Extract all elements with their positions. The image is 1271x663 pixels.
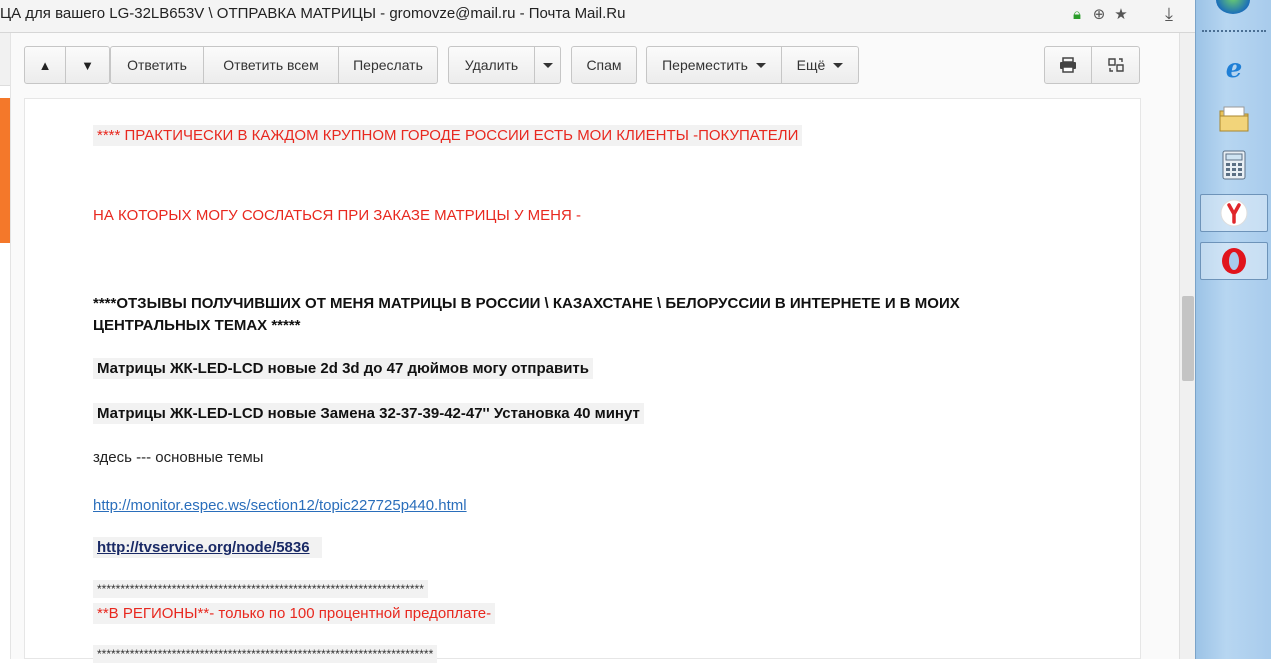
message-line: ****************************************… bbox=[93, 580, 428, 598]
message-link-line: http://tvservice.org/node/5836 bbox=[93, 537, 322, 558]
browser-titlebar: ЦА для вашего LG-32LB653V \ ОТПРАВКА МАТ… bbox=[0, 0, 1195, 33]
spam-button[interactable]: Спам bbox=[571, 46, 637, 84]
window-title: ЦА для вашего LG-32LB653V \ ОТПРАВКА МАТ… bbox=[0, 5, 626, 22]
down-arrow-icon: ▼ bbox=[81, 57, 94, 73]
calculator-icon[interactable] bbox=[1200, 146, 1268, 184]
start-orb-icon[interactable] bbox=[1216, 0, 1250, 14]
scrollbar-thumb[interactable] bbox=[1182, 296, 1194, 381]
message-line: **** ПРАКТИЧЕСКИ В КАЖДОМ КРУПНОМ ГОРОДЕ… bbox=[93, 125, 803, 146]
tvservice-link[interactable]: http://tvservice.org/node/5836 bbox=[97, 539, 310, 556]
opera-icon[interactable] bbox=[1200, 242, 1268, 280]
message-line: НА КОТОРЫХ МОГУ СОСЛАТЬСЯ ПРИ ЗАКАЗЕ МАТ… bbox=[93, 207, 581, 224]
move-label: Переместить bbox=[662, 57, 748, 73]
message-body: **** ПРАКТИЧЕСКИ В КАЖДОМ КРУПНОМ ГОРОДЕ… bbox=[24, 98, 1141, 663]
left-orange-panel[interactable] bbox=[0, 98, 10, 243]
reply-button[interactable]: Ответить bbox=[110, 46, 204, 84]
caret-down-icon bbox=[833, 62, 844, 68]
star-icon[interactable]: ★ bbox=[1112, 6, 1130, 24]
caret-down-icon bbox=[755, 62, 766, 68]
more-button[interactable]: Ещё bbox=[782, 46, 859, 84]
page-scrollbar[interactable] bbox=[1179, 33, 1196, 659]
delete-dropdown-button[interactable] bbox=[535, 46, 561, 84]
yandex-icon[interactable] bbox=[1200, 194, 1268, 232]
message-line: ****ОТЗЫВЫ ПОЛУЧИВШИХ ОТ МЕНЯ МАТРИЦЫ В … bbox=[93, 295, 960, 312]
prev-message-button[interactable]: ▲ bbox=[24, 46, 66, 84]
monitor-espec-link[interactable]: http://monitor.espec.ws/section12/topic2… bbox=[93, 497, 467, 514]
left-sidebar-edge bbox=[0, 33, 11, 659]
print-button[interactable] bbox=[1044, 46, 1092, 84]
move-button[interactable]: Переместить bbox=[646, 46, 782, 84]
printer-icon bbox=[1060, 57, 1076, 73]
delete-button[interactable]: Удалить bbox=[448, 46, 535, 84]
reply-all-button[interactable]: Ответить всем bbox=[204, 46, 339, 84]
lock-icon[interactable]: 🔒︎ bbox=[1068, 6, 1086, 24]
address-icons: 🔒︎ ⊕ ★ bbox=[1068, 6, 1130, 24]
taskbar-grip[interactable] bbox=[1202, 30, 1266, 36]
message-line: здесь --- основные темы bbox=[93, 449, 264, 466]
message-link-line: http://monitor.espec.ws/section12/topic2… bbox=[93, 497, 467, 514]
zoom-icon[interactable]: ⊕ bbox=[1090, 6, 1108, 24]
translate-icon bbox=[1107, 58, 1124, 72]
forward-button[interactable]: Переслать bbox=[339, 46, 438, 84]
message-line: Матрицы ЖК-LED-LCD новые 2d 3d до 47 дюй… bbox=[93, 358, 593, 379]
message-line: ЦЕНТРАЛЬНЫХ ТЕМАХ ***** bbox=[93, 317, 301, 334]
folder-icon[interactable] bbox=[1200, 100, 1268, 138]
caret-down-icon bbox=[542, 62, 553, 68]
windows-taskbar: e bbox=[1195, 0, 1271, 659]
left-tab[interactable] bbox=[0, 33, 10, 86]
next-message-button[interactable]: ▼ bbox=[66, 46, 110, 84]
ie-icon[interactable]: e bbox=[1200, 50, 1268, 88]
message-line: Матрицы ЖК-LED-LCD новые Замена 32-37-39… bbox=[93, 403, 644, 424]
up-arrow-icon: ▲ bbox=[38, 57, 52, 73]
download-icon[interactable]: ⤓ bbox=[1157, 4, 1181, 25]
more-label: Ещё bbox=[796, 57, 826, 73]
translate-button[interactable] bbox=[1092, 46, 1140, 84]
message-line: **В РЕГИОНЫ**- только по 100 процентной … bbox=[93, 603, 496, 624]
